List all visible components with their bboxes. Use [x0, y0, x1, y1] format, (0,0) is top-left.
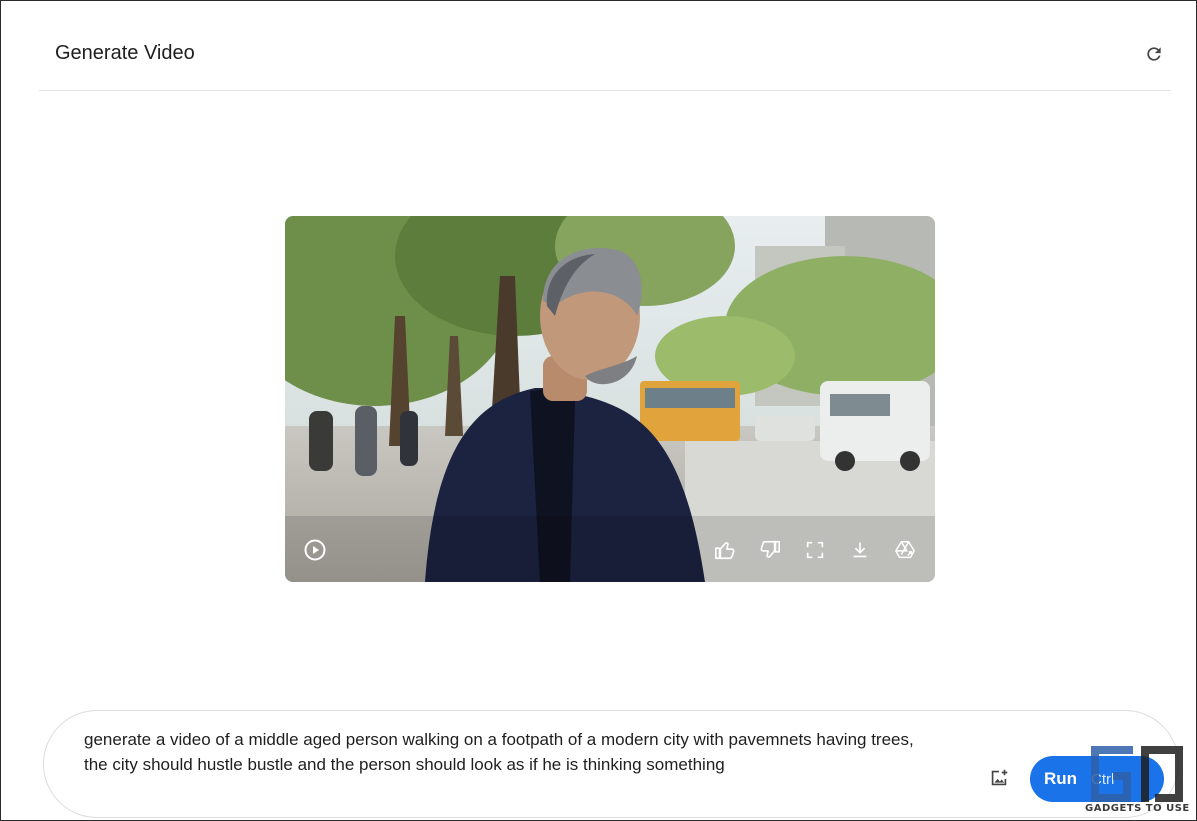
upload-image-button[interactable]	[988, 767, 1012, 791]
app-window: Generate Video generate a video of a mid…	[0, 0, 1197, 821]
watermark-text: GADGETS TO USE	[1085, 803, 1190, 814]
video-frame	[285, 216, 935, 582]
page-title: Generate Video	[55, 42, 195, 64]
run-button-label: Run	[1044, 769, 1078, 788]
play-button[interactable]	[303, 538, 327, 562]
thumbs-down-button[interactable]	[757, 538, 783, 562]
thumbs-down-icon	[760, 540, 780, 558]
save-to-drive-button[interactable]	[892, 538, 918, 562]
refresh-icon	[1147, 47, 1161, 61]
prompt-input[interactable]: generate a video of a middle aged person…	[43, 710, 1179, 818]
fullscreen-icon	[806, 541, 824, 559]
refresh-button[interactable]	[1141, 41, 1167, 67]
drive-icon	[895, 541, 915, 559]
fullscreen-button[interactable]	[802, 538, 828, 562]
add-image-icon	[991, 769, 1008, 786]
thumbs-up-button[interactable]	[712, 538, 738, 562]
download-button[interactable]	[847, 538, 873, 562]
download-icon	[853, 542, 867, 558]
play-icon	[304, 539, 326, 561]
prompt-text[interactable]: generate a video of a middle aged person…	[84, 727, 984, 777]
header: Generate Video	[39, 1, 1171, 91]
thumbs-up-icon	[715, 542, 735, 560]
video-player[interactable]	[285, 216, 935, 582]
